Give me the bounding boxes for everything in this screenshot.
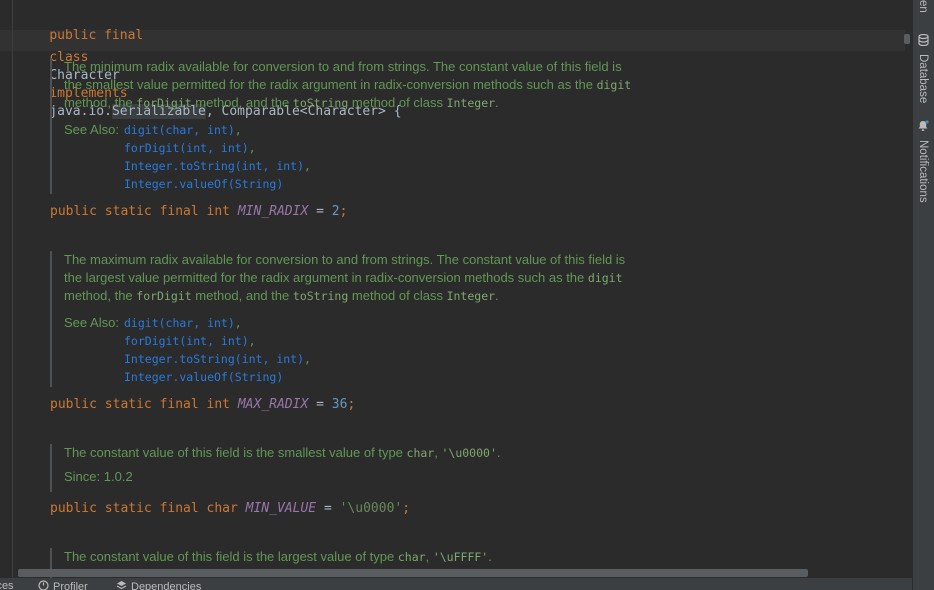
- doc-code: Integer: [446, 96, 496, 110]
- since-value: 1.0.2: [103, 469, 133, 484]
- doc-code: '\u0000': [441, 446, 497, 460]
- tool-window-tab-notifications[interactable]: Notifications: [913, 120, 933, 203]
- see-also-block: See Also: digit(char, int), forDigit(int…: [64, 121, 631, 193]
- doc-line: The minimum radix available for conversi…: [64, 59, 622, 74]
- since-label: Since:: [64, 469, 101, 484]
- database-icon: [917, 33, 929, 49]
- doc-text: .: [488, 549, 492, 564]
- bottom-tool-bar: ices Profiler Dependencies: [0, 578, 912, 590]
- tool-window-tab-fragment[interactable]: en: [913, 0, 933, 14]
- doc-text: ,: [425, 549, 430, 564]
- gutter-divider: [12, 0, 13, 578]
- see-also-link[interactable]: digit(char, int),: [124, 121, 311, 139]
- bottom-tab-label: Profiler: [53, 581, 88, 590]
- see-also-link[interactable]: Integer.toString(int, int),: [124, 157, 311, 175]
- profiler-icon: [38, 580, 49, 590]
- doc-text: method, the: [64, 95, 133, 110]
- doc-text: the smallest value permitted for the rad…: [64, 77, 593, 92]
- field-value: '\u0000': [339, 501, 403, 516]
- javadoc-max-radix: The maximum radix available for conversi…: [50, 251, 625, 387]
- doc-code: Integer: [446, 289, 496, 303]
- doc-text: method of class: [351, 95, 443, 110]
- bottom-tab-dependencies[interactable]: Dependencies: [116, 580, 201, 590]
- horizontal-scrollbar[interactable]: [18, 569, 808, 577]
- doc-code: char: [397, 550, 426, 564]
- semicolon: ;: [347, 397, 356, 412]
- assign-operator: =: [316, 501, 340, 516]
- doc-code: digit: [596, 78, 632, 92]
- bottom-tab-fragment[interactable]: ices: [0, 580, 14, 590]
- tab-fragment-label: en: [917, 0, 929, 13]
- since-block: Since: 1.0.2: [64, 468, 501, 486]
- tool-window-tab-database[interactable]: Database: [913, 33, 933, 104]
- doc-line: method, the forDigit method, and the toS…: [64, 287, 625, 305]
- doc-code: char: [406, 446, 435, 460]
- javadoc-min-value: The constant value of this field is the …: [50, 444, 501, 492]
- see-also-block: See Also: digit(char, int), forDigit(int…: [64, 314, 625, 386]
- doc-line: method, the forDigit method, and the toS…: [64, 94, 631, 112]
- assign-operator: =: [308, 397, 332, 412]
- doc-line: The constant value of this field is the …: [64, 444, 501, 462]
- doc-code: forDigit: [136, 289, 192, 303]
- field-name[interactable]: MAX_RADIX: [238, 397, 308, 412]
- tab-label: Notifications: [917, 140, 929, 203]
- semicolon: ;: [402, 501, 411, 516]
- doc-code: digit: [587, 271, 623, 285]
- doc-code: forDigit: [136, 96, 192, 110]
- doc-line: the smallest value permitted for the rad…: [64, 76, 631, 94]
- field-value: 2: [331, 204, 340, 219]
- bottom-tab-profiler[interactable]: Profiler: [38, 580, 88, 590]
- field-modifiers: public static final char: [50, 501, 238, 516]
- doc-line: The maximum radix available for conversi…: [64, 252, 626, 267]
- doc-text: The constant value of this field is the …: [64, 445, 403, 460]
- field-name[interactable]: MIN_RADIX: [238, 204, 308, 219]
- doc-code: '\uFFFF': [432, 550, 489, 564]
- doc-text: .: [495, 288, 499, 303]
- see-also-link[interactable]: Integer.valueOf(String): [124, 175, 311, 193]
- see-also-link[interactable]: forDigit(int, int),: [124, 139, 311, 157]
- assign-operator: =: [308, 204, 332, 219]
- doc-text: ,: [434, 445, 438, 460]
- doc-text: .: [495, 95, 499, 110]
- doc-text: The constant value of this field is the …: [64, 549, 395, 564]
- field-modifiers: public static final int: [50, 204, 231, 219]
- doc-code: toString: [292, 96, 349, 110]
- vertical-scrollbar[interactable]: [904, 34, 910, 44]
- doc-line: The constant value of this field is the …: [64, 548, 492, 566]
- bottom-tab-label: Dependencies: [131, 581, 202, 590]
- doc-text: the largest value permitted for the radi…: [64, 270, 585, 285]
- javadoc-min-radix: The minimum radix available for conversi…: [50, 58, 631, 194]
- doc-line: the largest value permitted for the radi…: [64, 269, 625, 287]
- field-declaration-min-radix: public static final int MIN_RADIX = 2;: [50, 203, 347, 221]
- field-modifiers: public static final int: [50, 397, 231, 412]
- doc-text: method, and the: [195, 288, 290, 303]
- see-also-link[interactable]: Integer.toString(int, int),: [124, 350, 311, 368]
- bell-icon: [917, 120, 929, 135]
- see-also-link[interactable]: forDigit(int, int),: [124, 332, 311, 350]
- dependencies-icon: [116, 580, 127, 590]
- field-value: 36: [331, 397, 348, 412]
- doc-text: method of class: [351, 288, 443, 303]
- field-declaration-min-value: public static final char MIN_VALUE = '\u…: [50, 500, 410, 518]
- field-name[interactable]: MIN_VALUE: [246, 501, 316, 516]
- doc-code: toString: [292, 289, 349, 303]
- doc-text: method, the: [64, 288, 133, 303]
- tab-label: Database: [917, 54, 929, 104]
- doc-text: .: [496, 445, 501, 460]
- see-also-link[interactable]: Integer.valueOf(String): [124, 368, 311, 386]
- bottom-tab-label: ices: [0, 580, 14, 590]
- code-editor[interactable]: public final class Character implements …: [0, 0, 912, 578]
- see-also-link[interactable]: digit(char, int),: [124, 314, 311, 332]
- semicolon: ;: [339, 204, 348, 219]
- field-declaration-max-radix: public static final int MAX_RADIX = 36;: [50, 396, 355, 414]
- see-also-label: See Also:: [64, 315, 119, 330]
- see-also-label: See Also:: [64, 122, 119, 137]
- doc-text: method, and the: [195, 95, 290, 110]
